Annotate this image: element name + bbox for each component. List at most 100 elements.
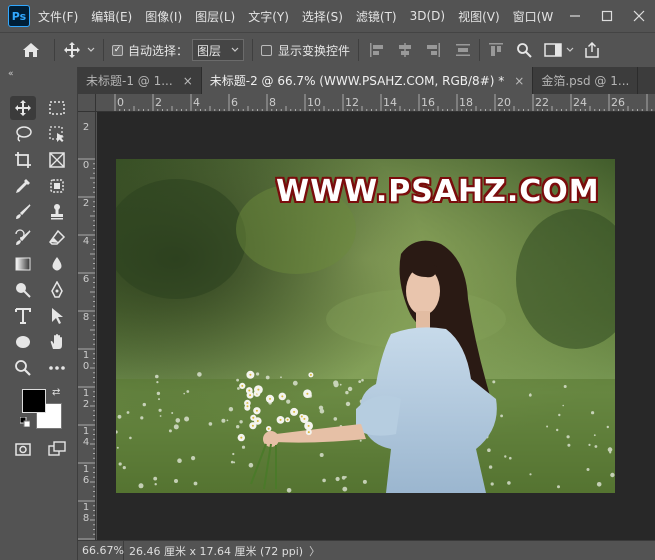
align-center-icon[interactable] [397, 42, 413, 58]
move-tool-icon[interactable] [10, 96, 36, 120]
screen-mode-icon[interactable] [44, 437, 70, 461]
menu-filter[interactable]: 滤镜(T) [356, 8, 397, 25]
vertical-ruler[interactable]: 2 0 2 4 6 8 1 0 1 2 1 4 1 6 1 8 [78, 112, 96, 540]
ruler-label: 2 [155, 96, 162, 109]
tab-label: 金箔.psd @ 1... [541, 74, 630, 88]
separator [358, 39, 360, 61]
crop-tool-icon[interactable] [10, 148, 36, 172]
auto-select-checkbox[interactable]: ✓ [112, 44, 123, 56]
share-icon[interactable] [584, 42, 600, 58]
move-options-icon[interactable] [63, 41, 81, 59]
frame-tool-icon[interactable] [44, 148, 70, 172]
menu-file[interactable]: 文件(F) [38, 8, 78, 25]
chevron-down-icon [231, 47, 239, 52]
ruler-label: 18 [459, 96, 473, 109]
show-transform-checkbox[interactable] [261, 44, 273, 56]
workspace-icon[interactable] [544, 43, 562, 57]
zoom-level-field[interactable]: 66.67% [78, 541, 124, 560]
pen-tool-icon[interactable] [44, 278, 70, 302]
close-icon[interactable] [623, 3, 655, 29]
ruler-label: 12 [345, 96, 359, 109]
ruler-ticks [114, 94, 653, 111]
document-tabs: 未标题-1 @ 1... × 未标题-2 @ 66.7% (WWW.PSAHZ.… [78, 67, 655, 94]
more-tools-icon[interactable] [44, 356, 70, 380]
eyedropper-tool-icon[interactable] [10, 174, 36, 198]
document-canvas[interactable]: WWW.PSAHZ.COM [116, 159, 615, 493]
minimize-icon[interactable] [559, 3, 591, 29]
ruler-label: 22 [535, 96, 549, 109]
ruler-label: 6 [82, 274, 90, 285]
ruler-label: 10 [307, 96, 321, 109]
tab-untitled-2[interactable]: 未标题-2 @ 66.7% (WWW.PSAHZ.COM, RGB/8#) * … [201, 67, 534, 94]
foreground-color-swatch[interactable] [22, 389, 46, 413]
ruler-label: 8 [82, 312, 90, 323]
chevron-down-icon[interactable] [87, 47, 95, 53]
blur-tool-icon[interactable] [44, 252, 70, 276]
separator [103, 39, 104, 61]
menu-type[interactable]: 文字(Y) [248, 8, 289, 25]
maximize-icon[interactable] [591, 3, 623, 29]
object-select-tool-icon[interactable] [44, 122, 70, 146]
close-icon[interactable]: × [514, 74, 524, 88]
watermark-text-layer[interactable]: WWW.PSAHZ.COM [276, 174, 600, 209]
auto-select-target-dropdown[interactable]: 图层 [192, 39, 245, 61]
ruler-label: 1 2 [82, 388, 93, 410]
swap-colors-icon[interactable]: ⇄ [52, 387, 60, 398]
separator [54, 39, 55, 61]
ruler-label: 24 [573, 96, 587, 109]
menu-view[interactable]: 视图(V) [458, 8, 500, 25]
align-top-icon[interactable] [488, 42, 504, 58]
home-icon[interactable] [22, 42, 40, 58]
history-brush-icon[interactable] [10, 226, 36, 250]
ruler-label: 8 [269, 96, 276, 109]
horizontal-ruler[interactable]: 0 2 4 6 8 10 12 14 16 18 20 22 24 26 [96, 94, 655, 112]
options-bar: ✓ 自动选择： 图层 显示变换控件 [0, 32, 655, 67]
menu-3d[interactable]: 3D(D) [410, 9, 445, 23]
gradient-tool-icon[interactable] [10, 252, 36, 276]
brush-tool-icon[interactable] [10, 200, 36, 224]
tab-gold-foil[interactable]: 金箔.psd @ 1... [533, 67, 639, 94]
chevron-down-icon[interactable] [566, 47, 574, 53]
ruler-origin[interactable] [78, 94, 96, 112]
align-right-icon[interactable] [425, 42, 441, 58]
ruler-label: 14 [383, 96, 397, 109]
menu-image[interactable]: 图像(I) [145, 8, 182, 25]
quick-mask-icon[interactable] [10, 437, 36, 461]
default-colors-icon[interactable] [20, 417, 30, 427]
ruler-label: 1 0 [82, 350, 93, 372]
align-left-icon[interactable] [369, 42, 385, 58]
lasso-tool-icon[interactable] [10, 122, 36, 146]
tab-untitled-1[interactable]: 未标题-1 @ 1... × [78, 67, 202, 94]
type-tool-icon[interactable] [10, 304, 36, 328]
eraser-tool-icon[interactable] [44, 226, 70, 250]
ruler-label: 2 [82, 198, 90, 209]
spot-heal-tool-icon[interactable] [44, 174, 70, 198]
zoom-tool-icon[interactable] [10, 356, 36, 380]
auto-select-target-value: 图层 [197, 43, 222, 58]
hand-tool-icon[interactable] [44, 330, 70, 354]
search-icon[interactable] [516, 42, 532, 58]
dodge-tool-icon[interactable] [10, 278, 36, 302]
menu-window[interactable]: 窗口(W) [513, 8, 558, 25]
menu-layer[interactable]: 图层(L) [195, 8, 235, 25]
menu-edit[interactable]: 编辑(E) [91, 8, 132, 25]
separator [479, 39, 481, 61]
tools-panel: « ⇄ [0, 67, 78, 560]
ellipse-tool-icon[interactable] [10, 330, 36, 354]
marquee-tool-icon[interactable] [44, 96, 70, 120]
status-bar: 66.67% 26.46 厘米 x 17.64 厘米 (72 ppi) 〉 [78, 540, 655, 560]
ruler-label: 4 [82, 236, 90, 247]
tab-label: 未标题-2 @ 66.7% (WWW.PSAHZ.COM, RGB/8#) * [209, 74, 505, 88]
status-menu-arrow[interactable]: 〉 [309, 543, 320, 559]
menu-bar: Ps 文件(F) 编辑(E) 图像(I) 图层(L) 文字(Y) 选择(S) 滤… [0, 0, 655, 32]
menu-select[interactable]: 选择(S) [302, 8, 343, 25]
collapse-panel-icon[interactable]: « [8, 69, 14, 79]
path-select-tool-icon[interactable] [44, 304, 70, 328]
stamp-tool-icon[interactable] [44, 200, 70, 224]
ruler-label: 26 [611, 96, 625, 109]
distribute-icon[interactable] [455, 42, 471, 58]
ruler-label: 16 [421, 96, 435, 109]
ruler-label: 1 6 [82, 464, 93, 486]
ruler-label: 2 [82, 122, 90, 133]
close-icon[interactable]: × [183, 74, 193, 88]
